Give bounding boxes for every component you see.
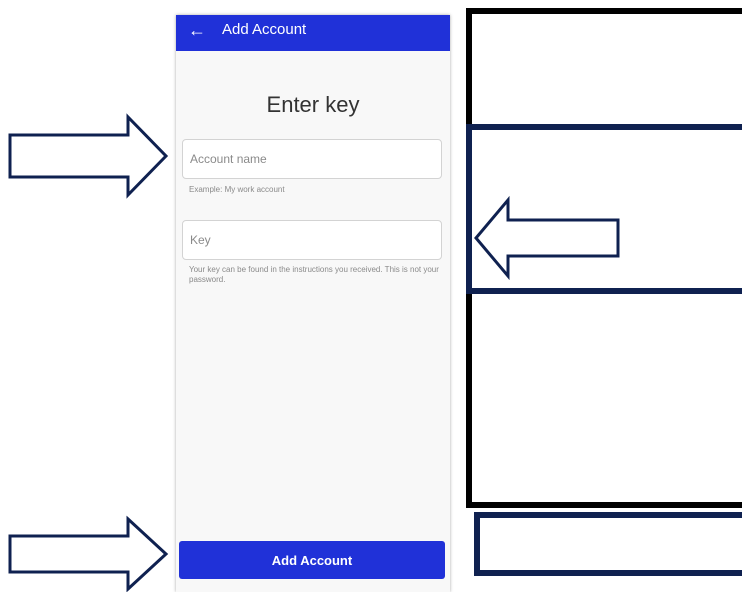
account-name-field[interactable] [182, 139, 442, 179]
phone-screen: ← Add Account Enter key Example: My work… [176, 15, 450, 592]
right-arrow-icon [8, 113, 169, 199]
account-name-input[interactable] [183, 140, 441, 178]
key-helper-text: Your key can be found in the instruction… [189, 265, 439, 284]
page-title: Enter key [266, 92, 360, 117]
annotation-frame-middle [466, 124, 742, 294]
add-account-button[interactable]: Add Account [179, 541, 445, 579]
app-bar: ← Add Account [176, 15, 450, 51]
annotation-frame-bottom [474, 512, 742, 576]
app-bar-title: Add Account [222, 21, 307, 38]
key-field[interactable] [182, 220, 442, 260]
account-name-helper-text: Example: My work account [189, 185, 285, 194]
right-arrow-icon [8, 515, 169, 592]
key-input[interactable] [183, 221, 441, 259]
back-arrow-icon[interactable]: ← [188, 21, 206, 39]
